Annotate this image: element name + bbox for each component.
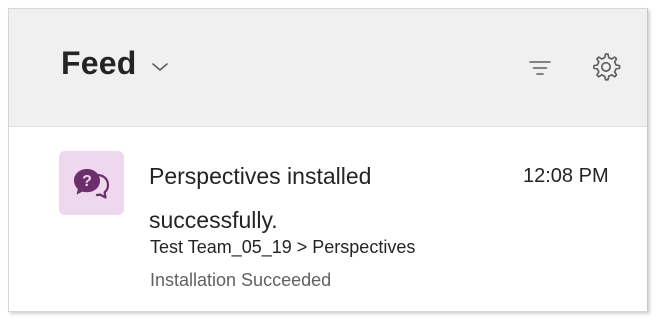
gear-icon — [593, 53, 621, 81]
feed-title: Feed — [61, 45, 137, 81]
notification-time: 12:08 PM — [523, 165, 609, 187]
filter-button[interactable] — [525, 53, 555, 83]
feed-item[interactable]: ? Perspectives installed successfully. 1… — [9, 128, 647, 311]
window: Feed ? Perspectives installed successful… — [0, 0, 658, 332]
chevron-down-icon — [151, 60, 169, 72]
feed-header: Feed — [9, 9, 647, 127]
avatar: ? — [59, 151, 124, 215]
notification-path: Test Team_05_19 > Perspectives — [150, 237, 416, 257]
feed-title-dropdown[interactable]: Feed — [61, 45, 169, 82]
notification-status: Installation Succeeded — [150, 270, 332, 290]
notification-title: Perspectives installed successfully. — [149, 163, 372, 233]
filter-icon — [529, 61, 551, 75]
feed-panel: Feed ? Perspectives installed successful… — [8, 8, 648, 312]
chat-question-icon: ? — [74, 169, 110, 199]
svg-text:?: ? — [82, 173, 92, 190]
settings-button[interactable] — [587, 49, 623, 85]
